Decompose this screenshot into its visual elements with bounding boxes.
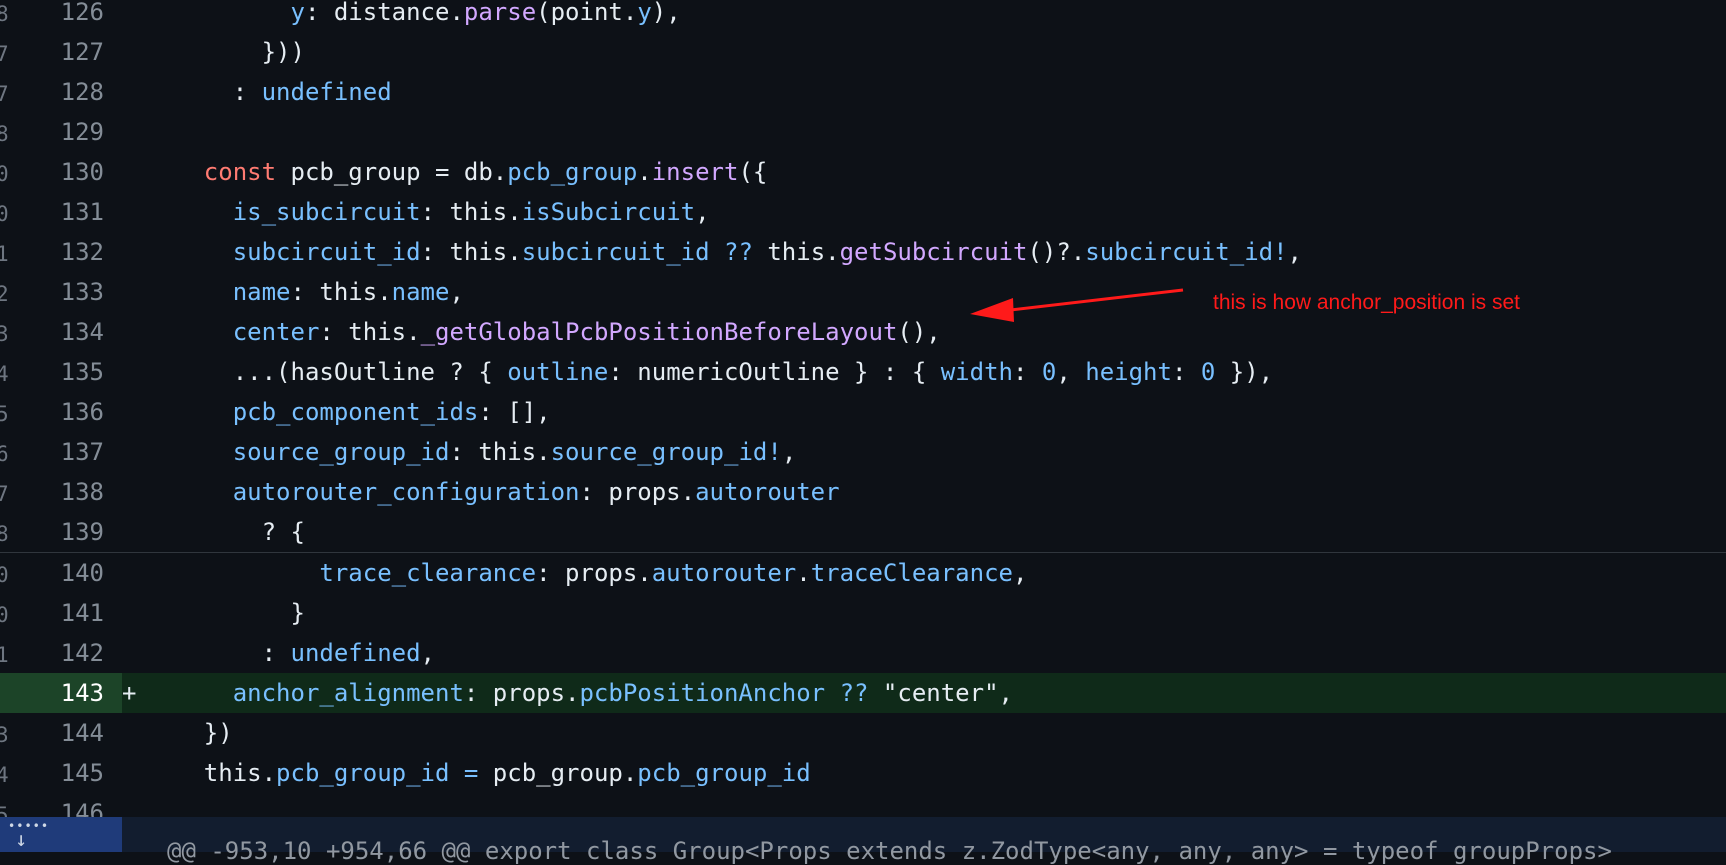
annotation-arrow bbox=[970, 288, 1184, 322]
expand-down-icon: ↓ bbox=[15, 827, 28, 851]
hunk-header-row: ••••• ↓ @@ -953,10 +954,66 @@ export cla… bbox=[0, 817, 1726, 865]
hunk-header: @@ -953,10 +954,66 @@ export class Group… bbox=[167, 837, 1612, 865]
annotation-label: this is how anchor_position is set bbox=[1213, 291, 1520, 314]
expand-button[interactable]: ••••• ↓ bbox=[0, 817, 122, 852]
